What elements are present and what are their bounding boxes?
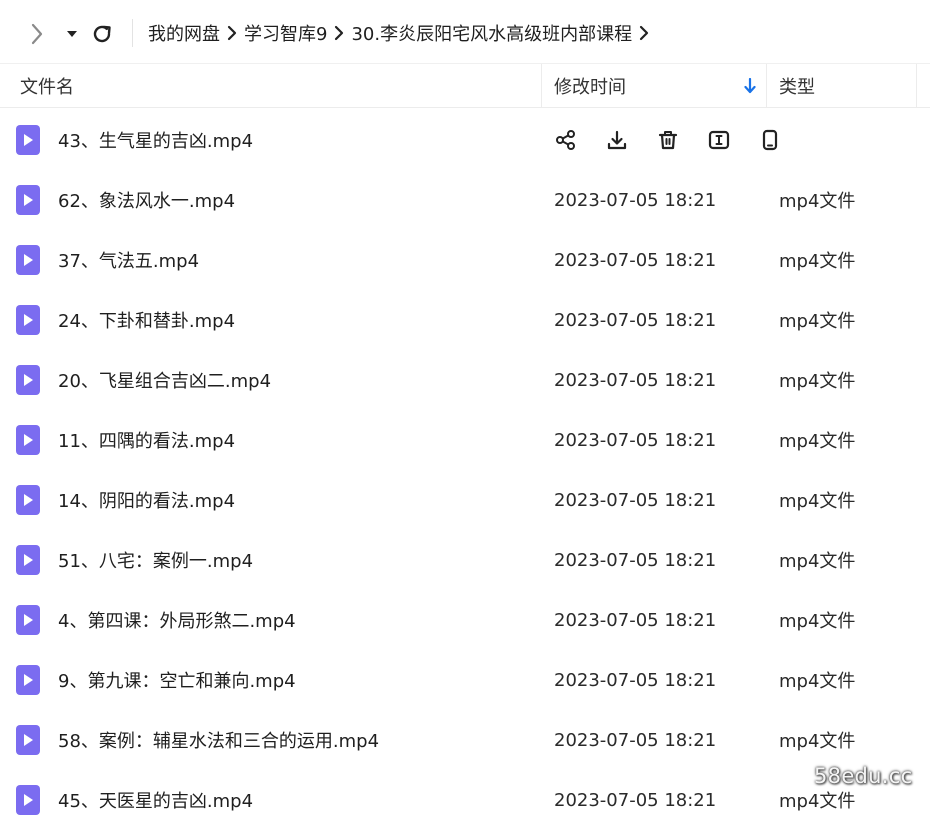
column-divider[interactable]	[916, 64, 917, 108]
video-file-icon	[16, 725, 40, 755]
file-row[interactable]: 45、天医星的吉凶.mp4 2023-07-05 18:21 mp4文件	[0, 770, 930, 830]
chevron-right-icon[interactable]	[632, 18, 656, 48]
file-type: mp4文件	[779, 671, 856, 692]
file-name[interactable]: 14、阴阳的看法.mp4	[58, 470, 235, 530]
file-row[interactable]: 14、阴阳的看法.mp4 2023-07-05 18:21 mp4文件	[0, 470, 930, 530]
share-icon[interactable]	[552, 127, 580, 153]
file-row[interactable]: 24、下卦和替卦.mp4 2023-07-05 18:21 mp4文件	[0, 290, 930, 350]
breadcrumb-item[interactable]: 我的网盘	[148, 20, 220, 46]
video-file-icon	[16, 125, 40, 155]
file-type: mp4文件	[779, 611, 856, 632]
video-file-icon	[16, 245, 40, 275]
chevron-right-icon[interactable]	[24, 20, 50, 48]
file-row[interactable]: 4、第四课：外局形煞二.mp4 2023-07-05 18:21 mp4文件	[0, 590, 930, 650]
breadcrumb-current[interactable]: 30.李炎辰阳宅风水高级班内部课程	[351, 20, 632, 46]
file-row[interactable]: 9、第九课：空亡和兼向.mp4 2023-07-05 18:21 mp4文件	[0, 650, 930, 710]
file-type: mp4文件	[779, 191, 856, 212]
file-type: mp4文件	[779, 371, 856, 392]
toolbar: 我的网盘 学习智库9 30.李炎辰阳宅风水高级班内部课程	[0, 0, 930, 64]
video-file-icon	[16, 545, 40, 575]
file-modified-time: 2023-07-05 18:21	[554, 309, 717, 331]
sort-down-icon[interactable]	[742, 76, 758, 96]
delete-icon[interactable]	[654, 127, 682, 153]
video-file-icon	[16, 665, 40, 695]
file-name[interactable]: 62、象法风水一.mp4	[58, 170, 235, 230]
breadcrumb: 我的网盘 学习智库9 30.李炎辰阳宅风水高级班内部课程	[148, 18, 656, 48]
file-modified-time: 2023-07-05 18:21	[554, 729, 717, 751]
file-name[interactable]: 43、生气星的吉凶.mp4	[58, 110, 253, 170]
chevron-right-icon	[327, 18, 351, 48]
video-file-icon	[16, 305, 40, 335]
watermark: 58edu.cc	[814, 764, 913, 788]
file-name[interactable]: 9、第九课：空亡和兼向.mp4	[58, 650, 296, 710]
file-name[interactable]: 11、四隅的看法.mp4	[58, 410, 235, 470]
file-modified-time: 2023-07-05 18:21	[554, 669, 717, 691]
file-row[interactable]: 62、象法风水一.mp4 2023-07-05 18:21 mp4文件	[0, 170, 930, 230]
file-row[interactable]: 51、八宅：案例一.mp4 2023-07-05 18:21 mp4文件	[0, 530, 930, 590]
file-type: mp4文件	[779, 251, 856, 272]
file-modified-time: 2023-07-05 18:21	[554, 489, 717, 511]
mobile-icon[interactable]	[756, 127, 784, 153]
caret-down-icon[interactable]	[62, 22, 82, 46]
file-row[interactable]: 20、飞星组合吉凶二.mp4 2023-07-05 18:21 mp4文件	[0, 350, 930, 410]
file-type: mp4文件	[779, 551, 856, 572]
file-name[interactable]: 4、第四课：外局形煞二.mp4	[58, 590, 296, 650]
column-time-header[interactable]: 修改时间	[554, 64, 626, 108]
file-type: mp4文件	[779, 731, 856, 752]
file-modified-time: 2023-07-05 18:21	[554, 609, 717, 631]
column-name-header[interactable]: 文件名	[20, 64, 74, 108]
file-modified-time: 2023-07-05 18:21	[554, 429, 717, 451]
file-name[interactable]: 51、八宅：案例一.mp4	[58, 530, 253, 590]
file-modified-time: 2023-07-05 18:21	[554, 369, 717, 391]
file-name[interactable]: 58、案例：辅星水法和三合的运用.mp4	[58, 710, 379, 770]
file-name[interactable]: 20、飞星组合吉凶二.mp4	[58, 350, 271, 410]
chevron-right-icon	[220, 18, 244, 48]
column-type-header[interactable]: 类型	[779, 64, 815, 108]
video-file-icon	[16, 485, 40, 515]
rename-icon[interactable]	[705, 127, 733, 153]
file-name[interactable]: 45、天医星的吉凶.mp4	[58, 770, 253, 830]
breadcrumb-item[interactable]: 学习智库9	[244, 20, 327, 46]
column-divider[interactable]	[766, 64, 767, 108]
file-modified-time: 2023-07-05 18:21	[554, 189, 717, 211]
file-type: mp4文件	[779, 491, 856, 512]
row-actions	[552, 127, 807, 153]
column-header: 文件名 修改时间 类型	[0, 64, 930, 108]
download-icon[interactable]	[603, 127, 631, 153]
file-type: mp4文件	[779, 431, 856, 452]
file-name[interactable]: 24、下卦和替卦.mp4	[58, 290, 235, 350]
file-modified-time: 2023-07-05 18:21	[554, 249, 717, 271]
video-file-icon	[16, 785, 40, 815]
file-row[interactable]: 58、案例：辅星水法和三合的运用.mp4 2023-07-05 18:21 mp4文…	[0, 710, 930, 770]
file-row[interactable]: 11、四隅的看法.mp4 2023-07-05 18:21 mp4文件	[0, 410, 930, 470]
video-file-icon	[16, 425, 40, 455]
file-type: mp4文件	[779, 311, 856, 332]
refresh-icon[interactable]	[89, 20, 115, 48]
file-row[interactable]: 37、气法五.mp4 2023-07-05 18:21 mp4文件	[0, 230, 930, 290]
toolbar-divider	[132, 19, 133, 47]
file-name[interactable]: 37、气法五.mp4	[58, 230, 199, 290]
file-modified-time: 2023-07-05 18:21	[554, 549, 717, 571]
video-file-icon	[16, 185, 40, 215]
video-file-icon	[16, 365, 40, 395]
video-file-icon	[16, 605, 40, 635]
column-divider[interactable]	[541, 64, 542, 108]
file-modified-time: 2023-07-05 18:21	[554, 789, 717, 811]
file-row[interactable]: 43、生气星的吉凶.mp4	[0, 110, 930, 170]
